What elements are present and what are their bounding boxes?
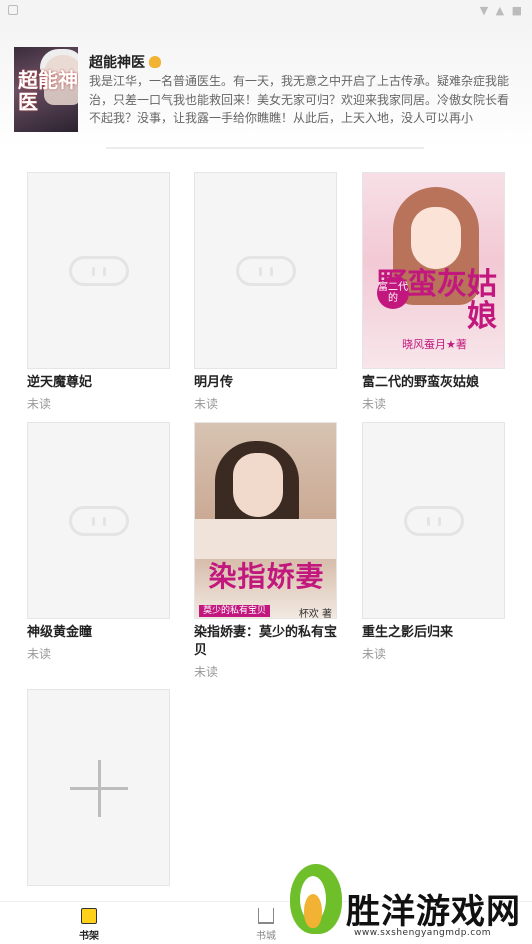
- watermark-url: www.sxshengyangmdp.com: [354, 928, 492, 938]
- book-status: 未读: [362, 397, 387, 411]
- book-cover-placeholder[interactable]: [194, 172, 337, 369]
- notification-icon: [8, 5, 18, 15]
- placeholder-logo-icon: [68, 255, 129, 286]
- book-status: 未读: [27, 647, 52, 661]
- book-title: 明月传: [194, 375, 234, 390]
- book-card[interactable]: 明月传 未读: [194, 172, 337, 412]
- plus-icon-vertical: [98, 760, 101, 817]
- book-status: 未读: [362, 647, 387, 661]
- cover-author-text: 杯欢 著: [298, 609, 332, 619]
- featured-title-text: 超能神医: [89, 55, 145, 71]
- cover-badge-text: 富二代的: [377, 277, 409, 309]
- book-title: 神级黄金瞳: [27, 625, 93, 640]
- featured-cover-text: 超能神医: [18, 68, 78, 114]
- book-card[interactable]: 野蛮灰姑娘 富二代的 晓风蚕月★著 富二代的野蛮灰姑娘 未读: [362, 172, 505, 412]
- watermark-text: 胜洋游戏网: [346, 892, 521, 932]
- tab-bookshelf[interactable]: 书架: [59, 908, 119, 942]
- status-bar: ▼ ▲ ■: [0, 0, 532, 22]
- status-icons: ▼ ▲ ■: [479, 4, 524, 17]
- book-title: 染指娇妻：莫少的私有宝贝: [194, 625, 338, 658]
- cover-figure-face: [411, 207, 461, 269]
- featured-book-title[interactable]: 超能神医: [89, 52, 161, 72]
- book-status: 未读: [194, 397, 219, 411]
- book-title: 逆天魔尊妃: [27, 375, 93, 390]
- placeholder-logo-icon: [68, 505, 129, 536]
- header-divider: [106, 147, 424, 149]
- placeholder-logo-icon: [403, 505, 464, 536]
- book-title: 富二代的野蛮灰姑娘: [362, 375, 480, 390]
- hand-icon: [149, 56, 161, 68]
- book-cover-placeholder[interactable]: [27, 172, 170, 369]
- book-cover-image[interactable]: 染指娇妻 莫少的私有宝贝 杯欢 著: [194, 422, 337, 619]
- book-status: 未读: [27, 397, 52, 411]
- book-cover-image[interactable]: 野蛮灰姑娘 富二代的 晓风蚕月★著: [362, 172, 505, 369]
- book-title: 重生之影后归来: [362, 625, 454, 640]
- bookstore-icon: [258, 908, 274, 924]
- book-card[interactable]: 神级黄金瞳 未读: [27, 422, 170, 662]
- book-cover-placeholder[interactable]: [27, 422, 170, 619]
- book-card[interactable]: 逆天魔尊妃 未读: [27, 172, 170, 412]
- watermark-logo: 胜洋游戏网 www.sxshengyangmdp.com: [284, 860, 532, 944]
- featured-book-description[interactable]: 我是江华，一名普通医生。有一天，我无意之中开启了上古传承。疑难杂症我能治，只差一…: [89, 72, 517, 128]
- add-book-button[interactable]: [27, 689, 170, 886]
- book-cover-placeholder[interactable]: [362, 422, 505, 619]
- book-status: 未读: [194, 665, 219, 679]
- cover-subtitle-text: 莫少的私有宝贝: [199, 605, 271, 617]
- placeholder-logo-icon: [235, 255, 296, 286]
- cover-title-text: 染指娇妻: [208, 560, 325, 593]
- bookshelf-icon: [81, 908, 97, 924]
- book-card[interactable]: 重生之影后归来 未读: [362, 422, 505, 662]
- cover-figure-face: [233, 453, 283, 517]
- tab-bookshelf-label: 书架: [79, 931, 99, 942]
- cover-author-text: 晓风蚕月★著: [402, 338, 467, 351]
- watermark-emblem-icon: [284, 860, 346, 944]
- cover-figure-body: [195, 519, 336, 559]
- featured-book-cover[interactable]: 超能神医: [14, 47, 78, 132]
- book-card[interactable]: 染指娇妻 莫少的私有宝贝 杯欢 著 染指娇妻：莫少的私有宝贝 未读: [194, 422, 337, 680]
